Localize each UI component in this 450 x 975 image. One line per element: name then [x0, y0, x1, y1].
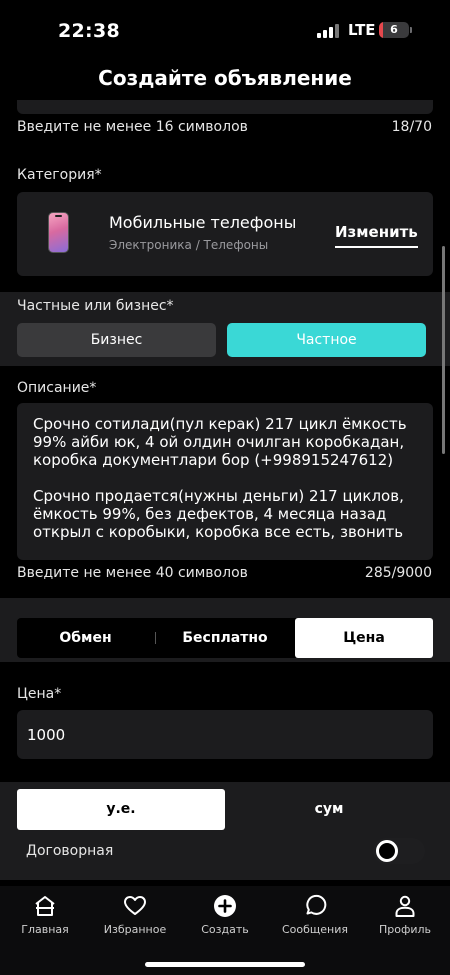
price-input[interactable] [17, 710, 433, 759]
tab-free[interactable]: Бесплатно [156, 618, 294, 658]
change-category-button[interactable]: Изменить [335, 223, 418, 248]
business-button[interactable]: Бизнес [17, 323, 216, 357]
home-icon [35, 896, 55, 916]
nav-profile-label: Профиль [378, 923, 432, 936]
scrollbar[interactable] [442, 246, 445, 454]
price-label: Цена* [17, 686, 62, 702]
plus-circle-icon [214, 895, 236, 917]
negotiable-toggle[interactable] [373, 838, 425, 864]
nav-create[interactable]: Создать [180, 894, 270, 936]
nav-favorites-label: Избранное [103, 923, 167, 936]
nav-home[interactable]: Главная [0, 894, 90, 936]
phone-thumbnail-icon [48, 212, 69, 253]
description-textarea[interactable]: Срочно сотилади(пул керак) 217 цикл ёмко… [17, 403, 433, 560]
owner-type-label: Частные или бизнес* [17, 298, 174, 314]
nav-messages[interactable]: Сообщения [270, 894, 360, 936]
network-type: LTE [348, 21, 376, 39]
nav-create-label: Создать [201, 923, 249, 936]
nav-favorites[interactable]: Избранное [90, 894, 180, 936]
nav-messages-label: Сообщения [281, 923, 348, 936]
cellular-signal-icon [317, 24, 339, 38]
description-paragraph: Срочно сотилади(пул керак) 217 цикл ёмко… [33, 415, 412, 469]
currency-sum-button[interactable]: сум [225, 789, 433, 830]
battery-icon: 6 [379, 22, 409, 38]
title-hint: Введите не менее 16 символов [17, 119, 248, 135]
category-label: Категория* [17, 167, 102, 183]
description-hint: Введите не менее 40 символов [17, 565, 248, 581]
heart-icon [124, 896, 146, 915]
tab-price[interactable]: Цена [295, 618, 433, 658]
toggle-knob [376, 840, 398, 862]
category-path: Электроника / Телефоны [109, 238, 269, 252]
battery-level: 6 [390, 23, 398, 36]
deal-type-tabs: Обмен Бесплатно Цена [17, 618, 433, 658]
currency-ue-button[interactable]: у.е. [17, 789, 225, 830]
currency-switch: у.е. сум [17, 789, 433, 830]
private-button[interactable]: Частное [227, 323, 426, 357]
tab-exchange[interactable]: Обмен [17, 618, 154, 658]
description-counter: 285/9000 [364, 565, 432, 581]
nav-profile[interactable]: Профиль [360, 894, 450, 936]
battery-tip [410, 27, 412, 33]
title-input[interactable] [17, 100, 433, 114]
category-card[interactable]: Мобильные телефоны Электроника / Телефон… [17, 192, 433, 276]
category-name: Мобильные телефоны [109, 213, 297, 232]
status-time: 22:38 [58, 20, 120, 42]
chat-bubble-icon [306, 894, 327, 915]
nav-home-label: Главная [21, 923, 69, 936]
description-label: Описание* [17, 380, 97, 396]
user-icon [395, 895, 415, 917]
page-title: Создайте объявление [98, 66, 352, 90]
status-bar: 22:38 LTE 6 [0, 0, 450, 60]
description-paragraph: Срочно продается(нужны деньги) 217 цикло… [33, 487, 409, 541]
title-counter: 18/70 [391, 119, 432, 135]
negotiable-label: Договорная [26, 843, 114, 859]
home-indicator[interactable] [145, 962, 305, 967]
